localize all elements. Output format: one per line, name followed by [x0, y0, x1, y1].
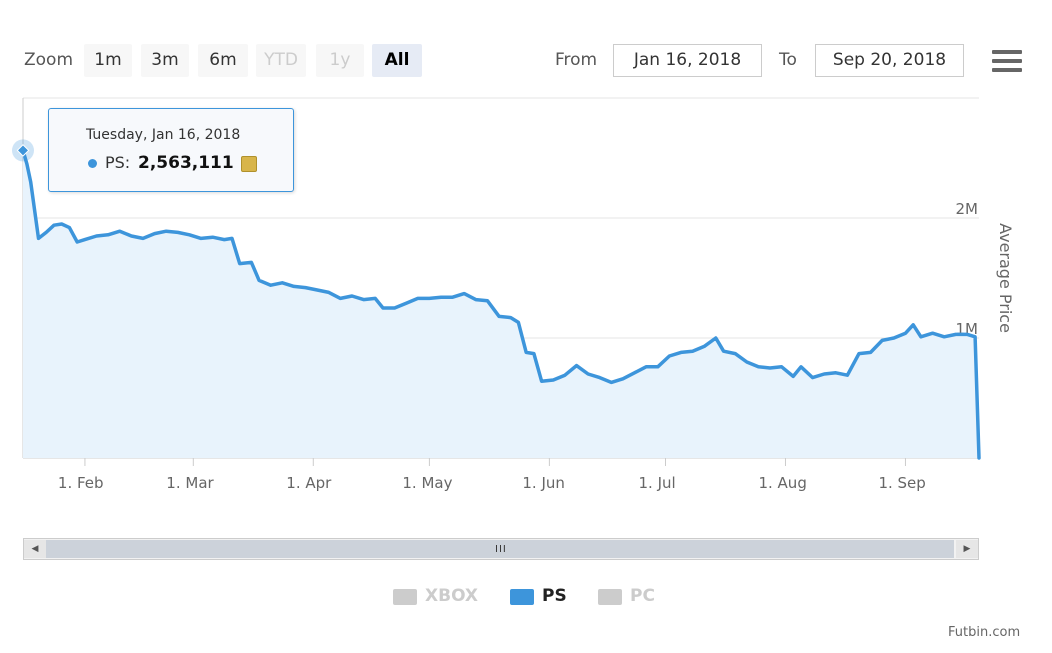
x-tick-label: 1. Jul	[638, 474, 675, 492]
scroll-right-icon[interactable]: ▶	[956, 540, 978, 558]
legend-label: XBOX	[425, 586, 479, 606]
x-tick-label: 1. Apr	[286, 474, 332, 492]
credit-link[interactable]: Futbin.com	[948, 625, 1020, 640]
y-tick-label: 2M	[956, 200, 979, 218]
x-tick-label: 1. Mar	[166, 474, 214, 492]
scroll-left-icon[interactable]: ◀	[24, 540, 46, 558]
tooltip-value: 2,563,111	[138, 153, 234, 173]
x-tick-label: 1. Aug	[758, 474, 806, 492]
coin-icon	[241, 156, 257, 172]
x-tick-label: 1. Jun	[522, 474, 565, 492]
scrollbar-grip-icon: III	[495, 544, 507, 555]
tooltip: Tuesday, Jan 16, 2018 PS: 2,563,111	[48, 108, 294, 192]
y-axis-title: Average Price	[996, 223, 1015, 333]
legend-swatch	[598, 589, 622, 605]
legend-label: PC	[630, 586, 655, 606]
x-tick-label: 1. Sep	[878, 474, 925, 492]
tooltip-date: Tuesday, Jan 16, 2018	[86, 127, 241, 143]
legend-swatch	[510, 589, 534, 605]
x-tick-label: 1. May	[402, 474, 452, 492]
series-area-ps	[23, 150, 979, 458]
tooltip-series-name: PS:	[105, 153, 131, 172]
legend-label: PS	[542, 586, 567, 606]
x-tick-label: 1. Feb	[58, 474, 104, 492]
tooltip-series-marker	[88, 159, 97, 168]
legend-swatch	[393, 589, 417, 605]
